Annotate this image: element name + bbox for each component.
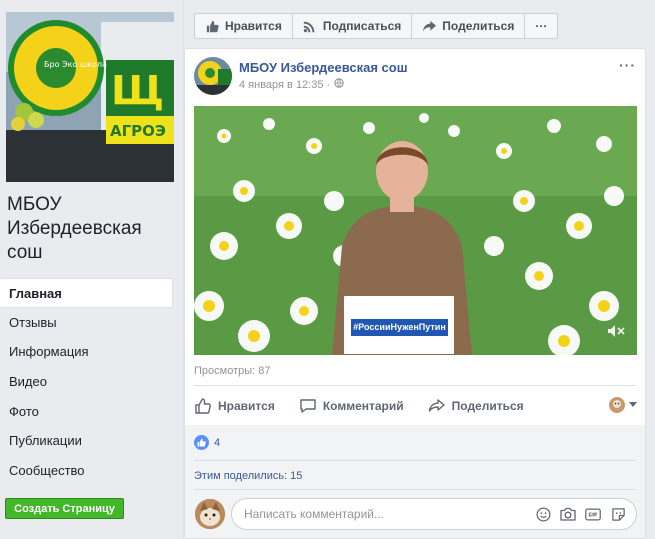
page-share-button[interactable]: Поделиться [412,14,526,38]
share-arrow-icon [428,399,445,412]
page-avatar[interactable] [194,57,232,95]
page-cover-photo[interactable]: Щ АГРОЭ Бро Эко школа [6,12,174,182]
page-action-bar: Нравится Подписаться Поделиться ··· [194,13,559,39]
cover-logo-text: Бро Эко школа [44,60,107,69]
post-video[interactable]: #РоссииНуженПутин [194,106,637,355]
comment-attachments [535,506,626,522]
divider [194,460,636,461]
comment-input[interactable] [244,499,524,529]
nav-item-video[interactable]: Видео [0,367,173,397]
page-like-button[interactable]: Нравится [195,14,293,38]
nav-item-reviews[interactable]: Отзывы [0,308,173,338]
cover-image: Щ АГРОЭ Бро Эко школа [6,12,174,182]
nav-item-home[interactable]: Главная [0,278,173,308]
comment-icon [300,399,316,413]
post-like-button[interactable]: Нравится [194,397,275,415]
post-share-button[interactable]: Поделиться [428,397,524,415]
page-share-label: Поделиться [442,19,515,33]
like-reaction-icon [194,435,209,450]
divider [194,489,636,490]
nav-item-posts[interactable]: Публикации [0,426,173,456]
page-nav: Главная Отзывы Информация Видео Фото Пуб… [0,278,173,486]
reactions-count: 4 [214,436,221,449]
current-user-avatar[interactable] [195,499,225,529]
gif-icon[interactable] [585,506,601,522]
nav-item-info[interactable]: Информация [0,337,173,367]
divider [194,385,636,386]
post-comment-label: Комментарий [322,399,404,413]
globe-icon [334,78,344,91]
thumbs-up-outline-icon [195,398,211,414]
post-as-selector[interactable] [609,397,637,413]
nav-item-community[interactable]: Сообщество [0,456,173,486]
video-sign: #РоссииНуженПутин [344,296,454,354]
profile-avatar-small [609,397,625,413]
post-date-text: 4 января в 12:35 · [239,78,331,91]
left-sidebar: Щ АГРОЭ Бро Эко школа МБОУ Избердеевская… [0,0,183,539]
video-views: Просмотры: 87 [194,365,271,377]
reactions-summary[interactable]: 4 [194,435,220,450]
post-footer: 4 Этим поделились: 15 [185,425,645,538]
share-arrow-icon [422,19,436,33]
post-author-link[interactable]: МБОУ Избердеевская сош [239,60,408,75]
camera-icon[interactable] [560,506,576,522]
shares-link[interactable]: Этим поделились: 15 [194,470,302,482]
post-comment-button[interactable]: Комментарий [299,397,404,415]
post-timestamp[interactable]: 4 января в 12:35 · [239,78,344,91]
create-page-button[interactable]: Создать Страницу [5,498,124,519]
nav-item-photo[interactable]: Фото [0,397,173,427]
mute-icon[interactable] [607,324,625,341]
page-subscribe-label: Подписаться [322,19,402,33]
emoji-icon[interactable] [535,506,551,522]
post-share-label: Поделиться [451,399,524,413]
page-like-label: Нравится [225,19,282,33]
comment-composer [231,498,637,530]
post-actions: Нравится Комментарий Поделиться [194,392,637,420]
cover-sign-text: АГРОЭ [110,122,166,140]
post-like-label: Нравится [218,399,275,413]
video-hashtag: #РоссииНуженПутин [351,319,448,336]
sticker-icon[interactable] [610,506,626,522]
thumbs-up-icon [205,19,219,33]
rss-icon [303,19,317,33]
cover-sign-letter: Щ [111,68,164,114]
caret-down-icon [629,402,637,407]
post-card: МБОУ Избердеевская сош 4 января в 12:35 … [184,48,646,539]
page-name[interactable]: МБОУ Избердеевская сош [7,193,177,265]
post-options-button[interactable]: ··· [619,57,636,73]
page-more-button[interactable]: ··· [525,14,557,38]
page-subscribe-button[interactable]: Подписаться [293,14,413,38]
